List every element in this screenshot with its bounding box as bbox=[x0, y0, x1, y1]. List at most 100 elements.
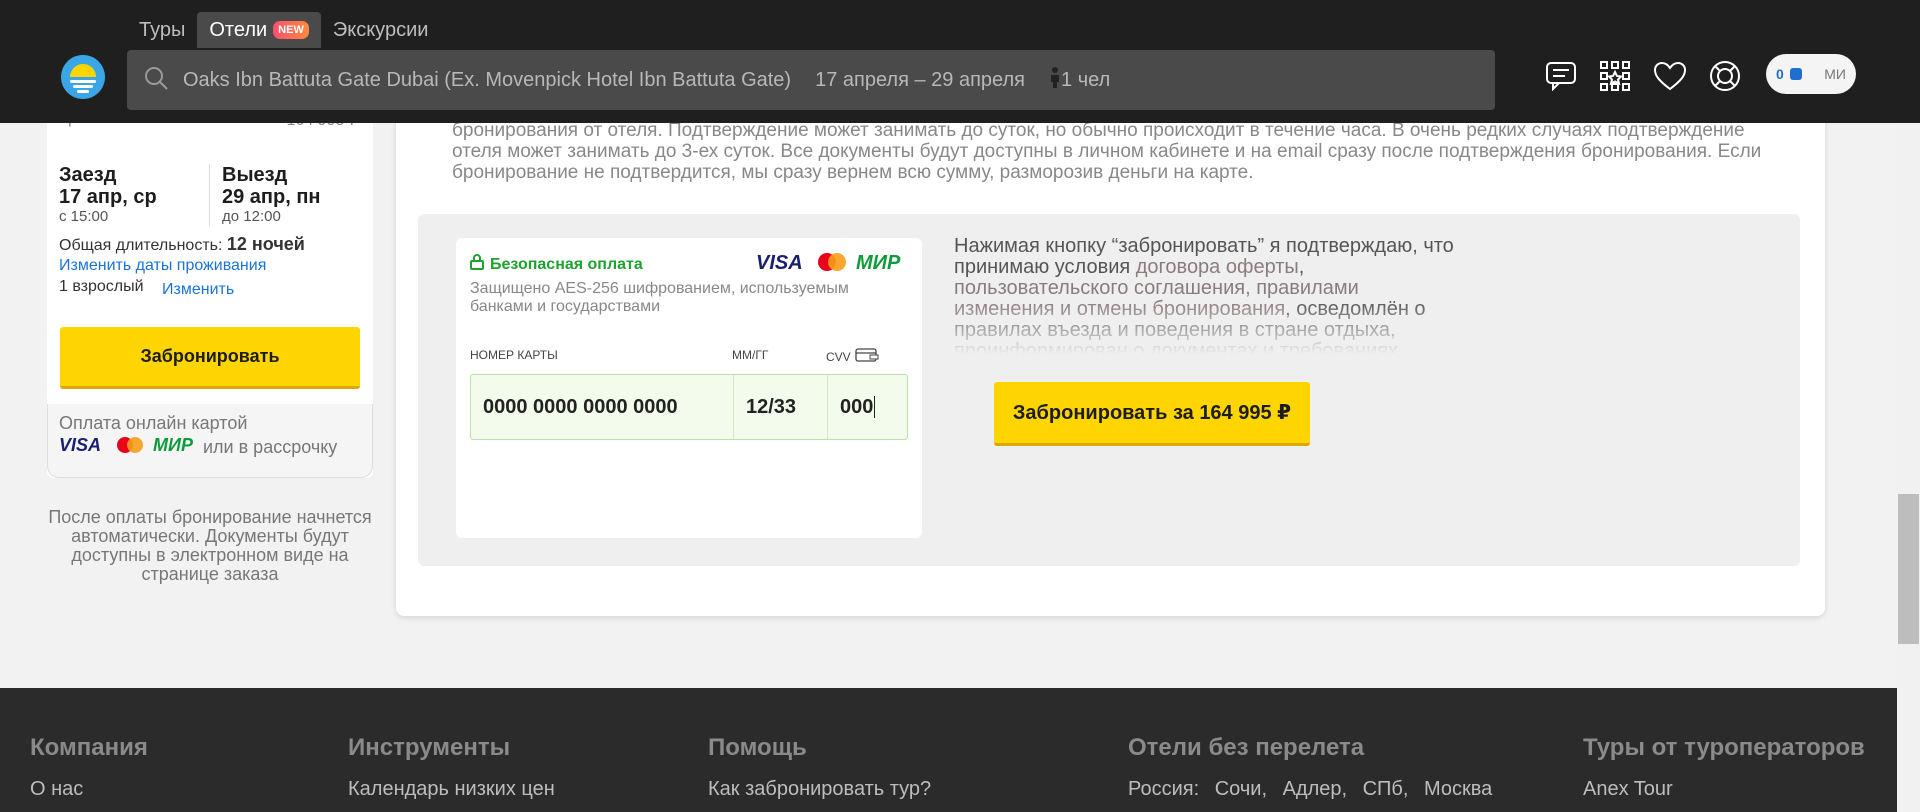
tab-hotels[interactable]: Отели NEW bbox=[197, 12, 321, 48]
new-badge: NEW bbox=[273, 21, 309, 39]
checkin-time: с 15:00 bbox=[59, 208, 109, 225]
tab-excursions-label: Экскурсии bbox=[332, 19, 429, 41]
footer-link[interactable]: Календарь низких цен bbox=[348, 778, 555, 801]
support-icon[interactable] bbox=[1707, 58, 1743, 94]
secure-payment: Безопасная оплата bbox=[470, 254, 643, 275]
search-pax-text: 1 чел bbox=[1061, 68, 1111, 91]
heart-icon[interactable] bbox=[1652, 58, 1688, 94]
installments-text: или в рассрочку bbox=[203, 437, 338, 457]
offer-link[interactable]: договора оферты bbox=[1136, 256, 1299, 278]
secure-label: Безопасная оплата bbox=[490, 255, 643, 273]
duration-value: 12 ночей bbox=[226, 234, 305, 254]
search-icon bbox=[143, 65, 169, 96]
footer-col-company: Компания О нас bbox=[30, 734, 148, 801]
footer-col-help: Помощь Как забронировать тур? bbox=[708, 734, 931, 801]
tab-excursions[interactable]: Экскурсии bbox=[321, 12, 441, 48]
search-dates-text[interactable]: 17 апреля – 29 апреля bbox=[815, 69, 1025, 92]
footer-col-operators: Туры от туроператоров Anex Tour bbox=[1583, 734, 1865, 801]
duration-label: Общая длительность: bbox=[59, 237, 223, 254]
duration: Общая длительность: 12 ночей bbox=[59, 234, 305, 255]
checkout-date: 29 апр, пн bbox=[222, 186, 321, 208]
footer-link[interactable]: О нас bbox=[30, 778, 148, 801]
user-avatar: МИ bbox=[1824, 66, 1846, 82]
footer-link[interactable]: Москва bbox=[1424, 778, 1492, 800]
mastercard-logo bbox=[115, 436, 145, 459]
checkout-time: до 12:00 bbox=[222, 208, 281, 225]
search-bar[interactable]: Oaks Ibn Battuta Gate Dubai (Ex. Movenpi… bbox=[127, 50, 1495, 110]
checkout-block: Выезд 29 апр, пн до 12:00 bbox=[209, 164, 359, 226]
visa-logo: VISA bbox=[59, 435, 107, 459]
card-back-icon bbox=[855, 348, 879, 365]
footer-heading: Туры от туроператоров bbox=[1583, 734, 1865, 761]
apps-icon[interactable] bbox=[1597, 58, 1633, 94]
change-dates-link[interactable]: Изменить даты проживания bbox=[59, 257, 266, 275]
cvv-label-wrap: CVV bbox=[826, 348, 879, 365]
cashback-icon bbox=[1789, 68, 1802, 80]
footer-link[interactable]: Сочи, bbox=[1215, 778, 1267, 800]
payment-area: Безопасная оплата VISA МИР Защищено AES-… bbox=[418, 214, 1800, 566]
footer-heading: Помощь bbox=[708, 734, 807, 761]
guests-value: 1 взрослый bbox=[59, 278, 144, 295]
footer-heading: Компания bbox=[30, 734, 148, 761]
balance-value: 0 bbox=[1776, 66, 1784, 82]
card-brands: VISA МИР bbox=[756, 252, 908, 277]
card-form: Безопасная оплата VISA МИР Защищено AES-… bbox=[456, 238, 922, 538]
footer-prefix: Россия: bbox=[1128, 778, 1200, 800]
svg-text:VISA: VISA bbox=[756, 252, 803, 272]
text-caret bbox=[874, 396, 876, 418]
svg-text:МИР: МИР bbox=[856, 252, 901, 272]
footer-link[interactable]: СПб, bbox=[1363, 778, 1409, 800]
expiry-value: 12/33 bbox=[746, 395, 797, 418]
svg-text:VISA: VISA bbox=[59, 436, 101, 454]
footer: Компания О нас Инструменты Календарь низ… bbox=[0, 688, 1920, 812]
visa-logo: VISA bbox=[756, 252, 808, 277]
user-balance[interactable]: 0 МИ bbox=[1766, 54, 1856, 94]
payment-note: Оплата онлайн картой VISA МИР или в расс… bbox=[47, 405, 373, 467]
payment-methods: VISA МИР или в рассрочку bbox=[59, 435, 361, 459]
footer-col-hotels: Отели без перелета Россия: Сочи, Адлер, … bbox=[1128, 734, 1502, 801]
card-number-input[interactable]: 0000 0000 0000 0000 bbox=[471, 375, 733, 439]
lock-icon bbox=[470, 254, 484, 275]
payment-card: бронирования от отеля. Подтверждение мож… bbox=[396, 100, 1825, 616]
footer-link[interactable]: Anex Tour bbox=[1583, 778, 1865, 801]
checkin-title: Заезд bbox=[59, 164, 117, 186]
book-button-sidebar[interactable]: Забронировать bbox=[60, 327, 360, 389]
footer-links-row: Россия: Сочи, Адлер, СПб, Москва bbox=[1128, 778, 1502, 801]
expiry-label: ММ/ГГ bbox=[732, 348, 769, 362]
search-pax[interactable]: 1 чел bbox=[1049, 66, 1110, 94]
expiry-input[interactable]: 12/33 bbox=[733, 375, 827, 439]
book-button-main[interactable]: Забронировать за 164 995 ₽ bbox=[994, 382, 1310, 446]
tab-hotels-label: Отели bbox=[209, 19, 268, 41]
card-number-label: НОМЕР КАРТЫ bbox=[470, 348, 558, 362]
mir-logo: МИР bbox=[153, 435, 203, 459]
cvv-label: CVV bbox=[826, 349, 851, 364]
svg-text:МИР: МИР bbox=[153, 436, 194, 454]
checkin-block: Заезд 17 апр, ср с 15:00 bbox=[59, 164, 209, 226]
tab-tours[interactable]: Туры bbox=[127, 12, 197, 48]
footer-link[interactable]: Адлер, bbox=[1283, 778, 1347, 800]
footer-heading: Отели без перелета bbox=[1128, 734, 1365, 761]
pay-online-text: Оплата онлайн картой bbox=[59, 413, 248, 433]
footer-link[interactable]: Как забронировать тур? bbox=[708, 778, 931, 801]
top-header: Туры Отели NEW Экскурсии Oaks Ibn Battut… bbox=[0, 0, 1920, 123]
secure-description: Защищено AES-256 шифрованием, используем… bbox=[470, 280, 849, 315]
change-guests-link[interactable]: Изменить bbox=[162, 281, 234, 298]
logo[interactable] bbox=[61, 55, 105, 99]
after-payment-note: После оплаты бронирование начнется автом… bbox=[48, 507, 372, 584]
footer-col-tools: Инструменты Календарь низких цен bbox=[348, 734, 555, 801]
card-number-value: 0000 0000 0000 0000 bbox=[483, 395, 678, 418]
scrollbar-thumb[interactable] bbox=[1898, 494, 1919, 644]
mastercard-logo bbox=[816, 252, 848, 277]
search-hotel-text: Oaks Ibn Battuta Gate Dubai (Ex. Movenpi… bbox=[183, 68, 792, 91]
stay-dates: Заезд 17 апр, ср с 15:00 Выезд 29 апр, п… bbox=[59, 164, 359, 226]
terms-text: Нажимая кнопку “забронировать” я подтвер… bbox=[954, 236, 1454, 354]
checkout-title: Выезд bbox=[222, 164, 288, 186]
mir-logo: МИР bbox=[856, 252, 908, 277]
cvv-input[interactable]: 000 bbox=[827, 375, 907, 439]
footer-heading: Инструменты bbox=[348, 734, 511, 761]
guests-row: 1 взрослый Изменить bbox=[59, 278, 234, 298]
card-fields: 0000 0000 0000 0000 12/33 000 bbox=[470, 374, 908, 440]
person-icon bbox=[1049, 66, 1061, 94]
chat-icon[interactable] bbox=[1543, 58, 1579, 94]
cvv-value: 000 bbox=[840, 395, 874, 418]
